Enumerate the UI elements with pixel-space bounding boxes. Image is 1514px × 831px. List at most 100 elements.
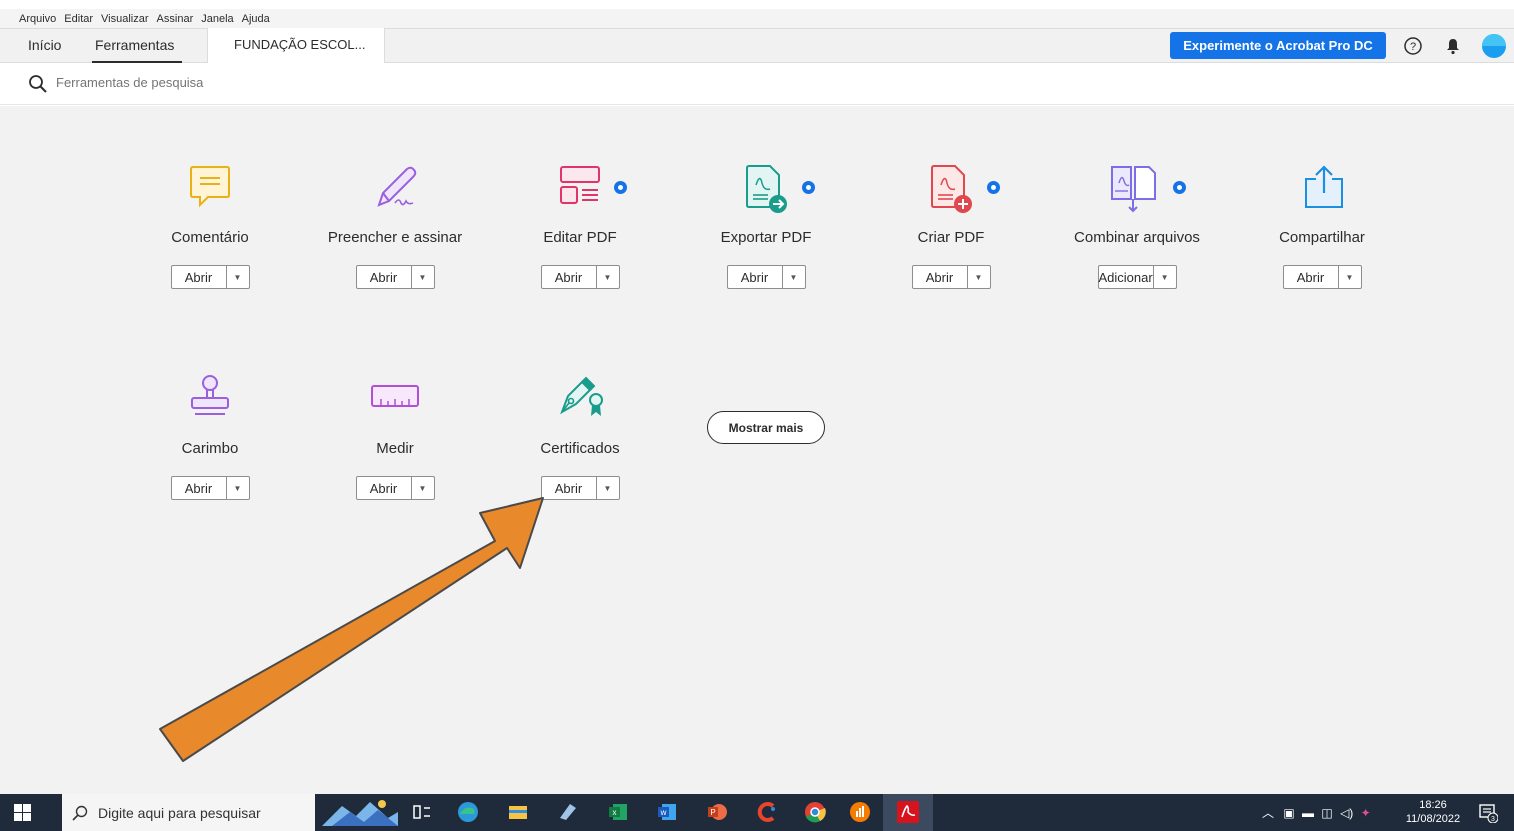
tool-label: Preencher e assinar — [327, 229, 463, 246]
try-acrobat-pro-button[interactable]: Experimente o Acrobat Pro DC — [1170, 32, 1386, 59]
tool-editar-pdf: Editar PDF Abrir ▼ — [490, 163, 670, 289]
menu-item-arquivo[interactable]: Arquivo — [19, 13, 56, 25]
ccleaner-icon[interactable] — [755, 800, 779, 824]
tools-search-input[interactable] — [56, 75, 456, 90]
chrome-icon[interactable] — [803, 800, 827, 824]
taskbar-active-app[interactable] — [883, 794, 933, 831]
tool-open-button[interactable]: Abrir ▼ — [170, 265, 250, 289]
chevron-down-icon[interactable]: ▼ — [227, 266, 249, 288]
taskbar-search-box[interactable]: Digite aqui para pesquisar — [62, 794, 315, 831]
tool-compartilhar: Compartilhar Abrir ▼ — [1232, 163, 1412, 289]
orange-arrow-annotation — [159, 497, 544, 762]
bell-icon[interactable] — [1443, 36, 1463, 56]
tool-label: Exportar PDF — [720, 229, 812, 246]
window-top-band — [0, 0, 1514, 9]
tool-open-button[interactable]: Abrir ▼ — [1282, 265, 1362, 289]
show-more-button[interactable]: Mostrar mais — [707, 411, 825, 444]
measure-icon[interactable] — [369, 374, 421, 422]
combine-files-icon[interactable] — [1109, 163, 1165, 215]
tool-add-button[interactable]: Adicionar ▼ — [1097, 265, 1177, 289]
tools-search-bar — [0, 63, 1514, 105]
certificate-icon[interactable] — [558, 374, 608, 422]
create-pdf-icon[interactable] — [929, 163, 977, 215]
open-button-label[interactable]: Abrir — [728, 266, 783, 288]
fill-sign-icon[interactable] — [373, 163, 423, 211]
open-button-label[interactable]: Abrir — [357, 266, 412, 288]
edge-browser-icon[interactable] — [456, 800, 480, 824]
help-icon[interactable]: ? — [1403, 36, 1423, 56]
menu-item-editar[interactable]: Editar — [64, 13, 93, 25]
task-view-icon[interactable] — [410, 800, 434, 824]
word-icon[interactable]: w — [655, 800, 679, 824]
open-button-label[interactable]: Abrir — [172, 477, 227, 499]
tool-label: Combinar arquivos — [1074, 229, 1200, 246]
notification-center-icon[interactable]: 3 — [1478, 803, 1498, 823]
chevron-down-icon[interactable]: ▼ — [412, 477, 434, 499]
chevron-down-icon[interactable]: ▼ — [227, 477, 249, 499]
favorite-star-icon[interactable] — [987, 181, 1000, 194]
stamp-icon[interactable] — [188, 374, 232, 422]
open-button-label[interactable]: Abrir — [542, 477, 597, 499]
file-explorer-icon[interactable] — [506, 800, 530, 824]
chevron-down-icon[interactable]: ▼ — [783, 266, 805, 288]
tab-tools[interactable]: Ferramentas — [95, 37, 174, 53]
menu-item-visualizar[interactable]: Visualizar — [101, 13, 149, 25]
network-icon[interactable]: ◫ — [1321, 806, 1332, 820]
share-icon[interactable] — [1300, 163, 1348, 211]
open-button-label[interactable]: Abrir — [1284, 266, 1339, 288]
excel-icon[interactable]: x — [606, 800, 630, 824]
tool-label: Comentário — [171, 229, 249, 246]
dropbox-icon[interactable]: ✦ — [1361, 806, 1371, 820]
chevron-down-icon[interactable]: ▼ — [597, 477, 619, 499]
tools-panel: Comentário Abrir ▼ Preencher e assinar A… — [0, 106, 1514, 794]
chevron-down-icon[interactable]: ▼ — [1339, 266, 1361, 288]
open-button-label[interactable]: Abrir — [357, 477, 412, 499]
tool-open-button[interactable]: Abrir ▼ — [911, 265, 991, 289]
volume-icon[interactable]: ◁) — [1340, 806, 1353, 820]
avatar[interactable] — [1482, 34, 1506, 58]
meet-now-icon[interactable]: ▣ — [1283, 806, 1294, 820]
system-tray[interactable]: ︿ ▣ ▬ ◫ ◁) ✦ — [1262, 804, 1371, 821]
open-button-label[interactable]: Abrir — [172, 266, 227, 288]
tool-open-button[interactable]: Abrir ▼ — [355, 265, 435, 289]
taskbar-search-placeholder: Digite aqui para pesquisar — [98, 804, 261, 821]
tab-document[interactable]: FUNDAÇÃO ESCOL... — [207, 28, 385, 63]
tool-open-button[interactable]: Abrir ▼ — [540, 476, 620, 500]
open-button-label[interactable]: Abrir — [542, 266, 597, 288]
favorite-star-icon[interactable] — [614, 181, 627, 194]
tool-open-button[interactable]: Abrir ▼ — [170, 476, 250, 500]
powerpoint-icon[interactable]: P — [705, 800, 729, 824]
search-icon — [29, 75, 47, 93]
chevron-down-icon[interactable]: ▼ — [597, 266, 619, 288]
battery-icon[interactable]: ▬ — [1302, 806, 1314, 820]
menu-item-ajuda[interactable]: Ajuda — [242, 13, 270, 25]
comment-icon[interactable] — [188, 163, 232, 211]
mail-app-icon[interactable] — [556, 800, 580, 824]
tab-home[interactable]: Início — [28, 37, 61, 53]
svg-text:?: ? — [1410, 41, 1416, 53]
tool-open-button[interactable]: Abrir ▼ — [540, 265, 620, 289]
favorite-star-icon[interactable] — [802, 181, 815, 194]
tool-exportar-pdf: Exportar PDF Abrir ▼ — [676, 163, 856, 289]
acrobat-reader-icon[interactable] — [896, 800, 920, 824]
windows-start-icon[interactable] — [14, 804, 31, 821]
tool-medir: Medir Abrir ▼ — [305, 374, 485, 500]
open-button-label[interactable]: Abrir — [913, 266, 968, 288]
chevron-up-icon[interactable]: ︿ — [1262, 806, 1274, 820]
tool-open-button[interactable]: Abrir ▼ — [726, 265, 806, 289]
menu-item-assinar[interactable]: Assinar — [157, 13, 194, 25]
chevron-down-icon[interactable]: ▼ — [1154, 266, 1176, 288]
chevron-down-icon[interactable]: ▼ — [968, 266, 990, 288]
tool-preencher-e-assinar: Preencher e assinar Abrir ▼ — [305, 163, 485, 289]
search-highlight-illustration-icon[interactable] — [322, 798, 398, 826]
export-pdf-icon[interactable] — [744, 163, 792, 215]
menu-item-janela[interactable]: Janela — [201, 13, 233, 25]
add-button-label[interactable]: Adicionar — [1099, 266, 1154, 288]
chevron-down-icon[interactable]: ▼ — [412, 266, 434, 288]
taskbar-clock[interactable]: 18:26 11/08/2022 — [1400, 798, 1466, 826]
tool-label: Compartilhar — [1279, 229, 1365, 246]
analytics-app-icon[interactable] — [848, 800, 872, 824]
tool-open-button[interactable]: Abrir ▼ — [355, 476, 435, 500]
favorite-star-icon[interactable] — [1173, 181, 1186, 194]
edit-pdf-icon[interactable] — [558, 163, 602, 211]
